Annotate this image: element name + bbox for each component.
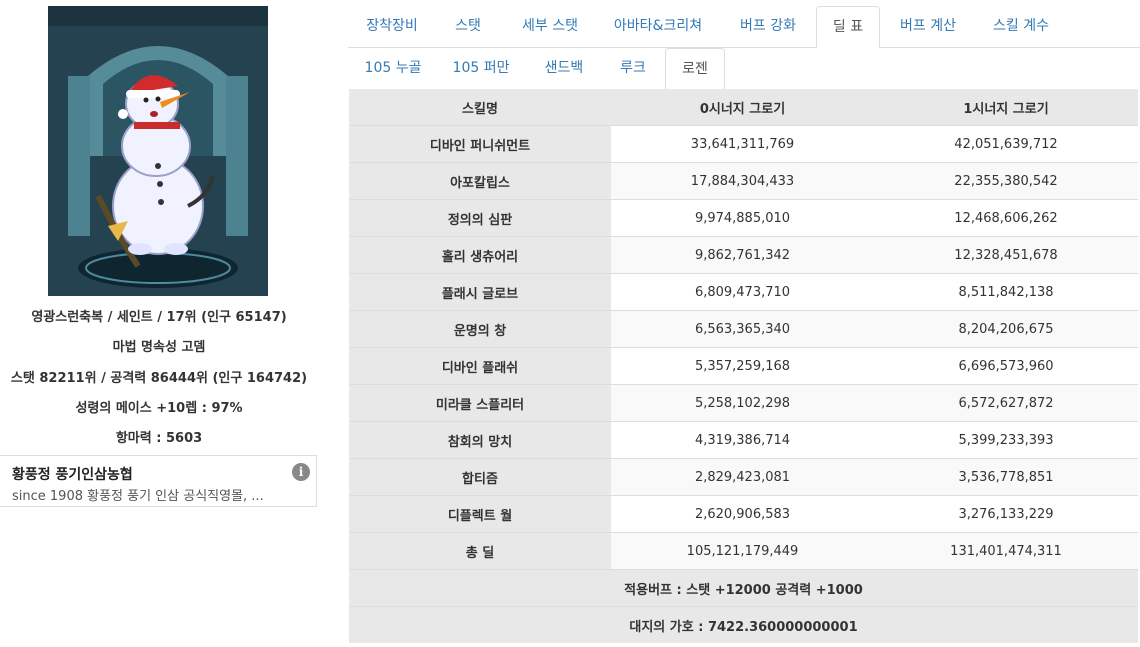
skill-name: 홀리 생츄어리 xyxy=(349,236,611,274)
tab-stats[interactable]: 스탯 xyxy=(438,6,498,46)
damage-synergy-1: 22,355,380,542 xyxy=(874,162,1138,200)
applied-buff-text: 적용버프 : 스탯 +12000 공격력 +1000 xyxy=(349,569,1138,607)
table-row: 정의의 심판 9,974,885,010 12,468,606,262 xyxy=(349,199,1138,237)
info-icon[interactable]: i xyxy=(292,463,310,481)
damage-synergy-0: 17,884,304,433 xyxy=(611,162,874,200)
skill-name: 미라클 스플리터 xyxy=(349,384,611,422)
main-tab-bar: 장착장비 스탯 세부 스탯 아바타&크리쳐 버프 강화 딜 표 버프 계산 스킬… xyxy=(348,6,1140,48)
total-row: 총 딜 105,121,179,449 131,401,474,311 xyxy=(349,532,1138,570)
damage-type: 마법 명속성 고뎀 xyxy=(112,340,206,355)
damage-synergy-0: 2,620,906,583 xyxy=(611,495,874,533)
damage-synergy-0: 9,862,761,342 xyxy=(611,236,874,274)
tab-skill-coefficient[interactable]: 스킬 계수 xyxy=(978,6,1064,46)
earth-blessing-row: 대지의 가호 : 7422.360000000001 xyxy=(349,606,1138,643)
table-row: 참회의 망치 4,319,386,714 5,399,233,393 xyxy=(349,421,1138,459)
ad-title[interactable]: 황풍정 풍기인삼농협 xyxy=(12,464,133,484)
tab-105-perman[interactable]: 105 퍼만 xyxy=(442,48,520,88)
weapon-info: 성령의 메이스 +10렙 : 97% xyxy=(75,401,243,416)
damage-synergy-1: 3,276,133,229 xyxy=(874,495,1138,533)
tab-damage-table[interactable]: 딜 표 xyxy=(816,6,880,48)
damage-synergy-0: 6,563,365,340 xyxy=(611,310,874,348)
tab-rosen[interactable]: 로젠 xyxy=(665,48,725,90)
snowman-avatar-image xyxy=(48,6,268,296)
table-row: 홀리 생츄어리 9,862,761,342 12,328,451,678 xyxy=(349,236,1138,274)
total-synergy-0: 105,121,179,449 xyxy=(611,532,874,570)
skill-name: 디플렉트 월 xyxy=(349,495,611,533)
skill-name: 아포칼립스 xyxy=(349,162,611,200)
ad-description[interactable]: since 1908 황풍정 풍기 인삼 공식직영몰, ... xyxy=(12,485,264,504)
damage-synergy-1: 5,399,233,393 xyxy=(874,421,1138,459)
header-synergy-0: 0시너지 그로기 xyxy=(611,89,874,126)
tab-detailed-stats[interactable]: 세부 스탯 xyxy=(504,6,596,46)
table-row: 디바인 퍼니쉬먼트 33,641,311,769 42,051,639,712 xyxy=(349,125,1138,163)
damage-synergy-0: 33,641,311,769 xyxy=(611,125,874,163)
stat-rank: 스탯 82211위 / 공격력 86444위 (인구 164742) xyxy=(10,371,308,386)
damage-synergy-1: 12,468,606,262 xyxy=(874,199,1138,237)
tab-rook[interactable]: 루크 xyxy=(608,48,658,88)
table-row: 플래시 글로브 6,809,473,710 8,511,842,138 xyxy=(349,273,1138,311)
character-summary: 영광스런축복 / 세인트 / 17위 (인구 65147) xyxy=(31,310,287,325)
damage-synergy-0: 4,319,386,714 xyxy=(611,421,874,459)
damage-synergy-0: 6,809,473,710 xyxy=(611,273,874,311)
tab-sandbag[interactable]: 샌드백 xyxy=(528,48,600,88)
damage-synergy-1: 8,511,842,138 xyxy=(874,273,1138,311)
total-synergy-1: 131,401,474,311 xyxy=(874,532,1138,570)
table-row: 디플렉트 월 2,620,906,583 3,276,133,229 xyxy=(349,495,1138,533)
damage-synergy-1: 8,204,206,675 xyxy=(874,310,1138,348)
header-skill-name: 스킬명 xyxy=(349,89,611,126)
damage-synergy-1: 42,051,639,712 xyxy=(874,125,1138,163)
table-row: 합티즘 2,829,423,081 3,536,778,851 xyxy=(349,458,1138,496)
total-label: 총 딜 xyxy=(349,532,611,570)
damage-synergy-0: 5,258,102,298 xyxy=(611,384,874,422)
tab-buff-enhance[interactable]: 버프 강화 xyxy=(722,6,814,46)
applied-buff-row: 적용버프 : 스탯 +12000 공격력 +1000 xyxy=(349,569,1138,607)
tab-105-nugol[interactable]: 105 누골 xyxy=(352,48,434,88)
table-row: 미라클 스플리터 5,258,102,298 6,572,627,872 xyxy=(349,384,1138,422)
table-row: 디바인 플래쉬 5,357,259,168 6,696,573,960 xyxy=(349,347,1138,385)
sub-tab-bar: 105 누골 105 퍼만 샌드백 루크 로젠 xyxy=(348,48,1140,90)
damage-synergy-1: 12,328,451,678 xyxy=(874,236,1138,274)
skill-name: 정의의 심판 xyxy=(349,199,611,237)
advertisement[interactable]: 황풍정 풍기인삼농협 since 1908 황풍정 풍기 인삼 공식직영몰, .… xyxy=(0,455,317,507)
damage-synergy-0: 5,357,259,168 xyxy=(611,347,874,385)
damage-synergy-1: 3,536,778,851 xyxy=(874,458,1138,496)
skill-name: 참회의 망치 xyxy=(349,421,611,459)
skill-name: 합티즘 xyxy=(349,458,611,496)
table-header-row: 스킬명 0시너지 그로기 1시너지 그로기 xyxy=(349,89,1138,126)
tab-buff-calc[interactable]: 버프 계산 xyxy=(886,6,970,46)
skill-name: 운명의 창 xyxy=(349,310,611,348)
skill-name: 디바인 퍼니쉬먼트 xyxy=(349,125,611,163)
tab-equipment[interactable]: 장착장비 xyxy=(352,6,432,46)
tab-avatar-creature[interactable]: 아바타&크리쳐 xyxy=(602,6,714,46)
earth-blessing-text: 대지의 가호 : 7422.360000000001 xyxy=(349,606,1138,643)
header-synergy-1: 1시너지 그로기 xyxy=(874,89,1138,126)
damage-synergy-0: 9,974,885,010 xyxy=(611,199,874,237)
table-row: 아포칼립스 17,884,304,433 22,355,380,542 xyxy=(349,162,1138,200)
damage-synergy-1: 6,696,573,960 xyxy=(874,347,1138,385)
damage-synergy-0: 2,829,423,081 xyxy=(611,458,874,496)
damage-table: 스킬명 0시너지 그로기 1시너지 그로기 디바인 퍼니쉬먼트 33,641,31… xyxy=(349,89,1138,643)
magic-resistance: 항마력 : 5603 xyxy=(115,431,203,446)
character-portrait xyxy=(48,6,268,296)
character-panel: 영광스런축복 / 세인트 / 17위 (인구 65147) 마법 명속성 고뎀 … xyxy=(0,0,318,647)
skill-name: 디바인 플래쉬 xyxy=(349,347,611,385)
damage-synergy-1: 6,572,627,872 xyxy=(874,384,1138,422)
table-row: 운명의 창 6,563,365,340 8,204,206,675 xyxy=(349,310,1138,348)
skill-name: 플래시 글로브 xyxy=(349,273,611,311)
